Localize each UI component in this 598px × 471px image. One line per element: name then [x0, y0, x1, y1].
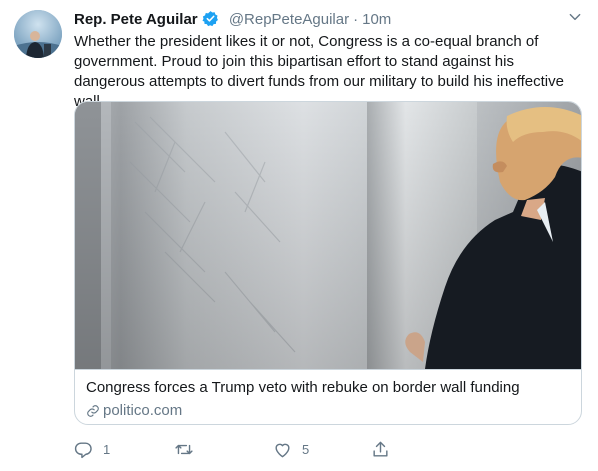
- reply-button[interactable]: 1: [74, 440, 110, 459]
- card-title[interactable]: Congress forces a Trump veto with rebuke…: [86, 378, 520, 398]
- card-domain-text: politico.com: [103, 402, 183, 419]
- tweet-text: Whether the president likes it or not, C…: [74, 33, 564, 110]
- chevron-down-icon[interactable]: [568, 10, 582, 30]
- like-count: 5: [302, 442, 310, 457]
- separator-dot: ·: [353, 11, 359, 28]
- retweet-button[interactable]: [174, 440, 204, 459]
- tweet-timestamp[interactable]: 10m: [362, 11, 391, 28]
- tweet-actions: 1 5: [74, 440, 394, 462]
- author-name[interactable]: Rep. Pete Aguilar: [74, 11, 198, 28]
- like-icon: [275, 443, 290, 458]
- reply-icon: [74, 442, 92, 459]
- like-button[interactable]: 5: [273, 440, 309, 459]
- link-card[interactable]: Congress forces a Trump veto with rebuke…: [74, 101, 582, 425]
- author-handle[interactable]: @RepPeteAguilar: [229, 11, 349, 28]
- retweet-icon: [175, 444, 193, 455]
- link-icon: [87, 405, 99, 417]
- verified-badge-icon: [202, 10, 219, 33]
- tweet-header: Rep. Pete Aguilar @RepPeteAguilar · 10m: [74, 10, 584, 30]
- card-domain: politico.com: [86, 401, 182, 421]
- card-body[interactable]: Congress forces a Trump veto with rebuke…: [75, 369, 581, 424]
- avatar[interactable]: [14, 10, 62, 58]
- reply-count: 1: [103, 442, 111, 457]
- card-image[interactable]: [75, 102, 581, 369]
- share-icon: [373, 441, 388, 457]
- tweet[interactable]: Rep. Pete Aguilar @RepPeteAguilar · 10m Wh…: [0, 0, 598, 471]
- share-button[interactable]: [371, 440, 390, 459]
